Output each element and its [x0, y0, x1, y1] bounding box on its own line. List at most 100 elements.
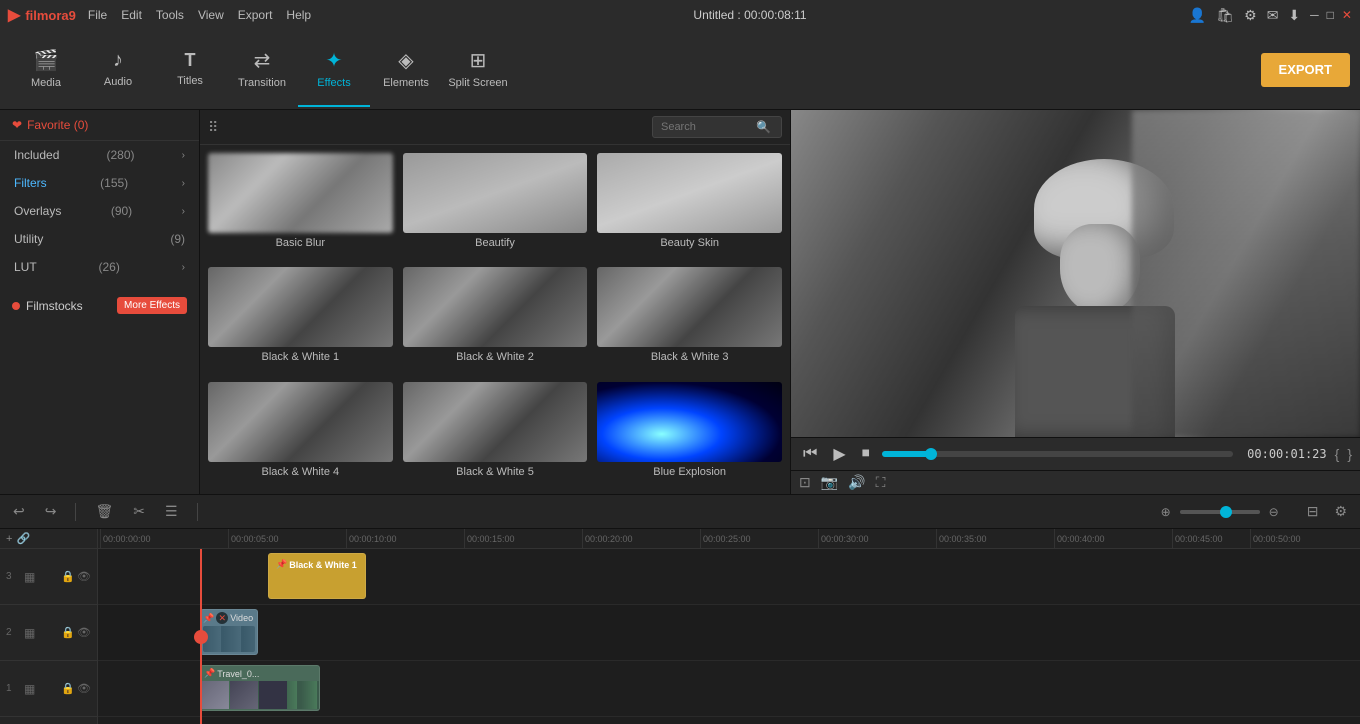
menu-file[interactable]: File	[88, 8, 107, 22]
shop-icon[interactable]: 🛍	[1216, 7, 1234, 24]
effect-item-bw1[interactable]: Black & White 1	[208, 267, 393, 371]
track-eye-2[interactable]: 👁	[77, 626, 91, 639]
menu-item-lut[interactable]: LUT (26) ›	[0, 253, 199, 281]
bracket-out-button[interactable]: }	[1347, 446, 1352, 462]
track-eye-1[interactable]: 👁	[77, 682, 91, 695]
delete-button[interactable]: 🗑	[90, 500, 118, 523]
menu-help[interactable]: Help	[286, 8, 311, 22]
tool-effects-label: Effects	[317, 77, 350, 89]
effect-item-bw3[interactable]: Black & White 3	[597, 267, 782, 371]
tool-transition[interactable]: ⇄ Transition	[226, 33, 298, 107]
ruler-mark-15: 00:00:15:00	[464, 529, 515, 548]
track-lock-1[interactable]: 🔒	[61, 682, 75, 695]
clip-filter-bw1[interactable]: 📌 Black & White 1	[268, 553, 366, 599]
tool-audio[interactable]: ♪ Audio	[82, 33, 154, 107]
effect-thumb-bw2	[403, 267, 588, 347]
effect-item-beauty-skin[interactable]: Beauty Skin	[597, 153, 782, 257]
utility-label: Utility	[14, 232, 43, 246]
divider-1	[75, 503, 76, 521]
track-lane-1: 📌 Travel_0...	[98, 661, 1360, 717]
tool-split-screen[interactable]: ⊞ Split Screen	[442, 33, 514, 107]
ruler-mark-40: 00:00:40:00	[1054, 529, 1105, 548]
media-icon: 🎬	[34, 48, 59, 73]
left-panel: ❤ Favorite (0) Included (280) › Filters …	[0, 110, 200, 494]
menu-export[interactable]: Export	[238, 8, 273, 22]
effect-item-bw5[interactable]: Black & White 5	[403, 382, 588, 486]
menu-item-utility[interactable]: Utility (9)	[0, 225, 199, 253]
export-button[interactable]: EXPORT	[1261, 53, 1350, 87]
effect-item-bw4[interactable]: Black & White 4	[208, 382, 393, 486]
ruler-mark-50: 00:00:50:00	[1250, 529, 1301, 548]
minimize-btn[interactable]: ─	[1310, 8, 1319, 22]
volume-button[interactable]: 🔊	[848, 474, 865, 491]
undo-button[interactable]: ↩	[8, 500, 30, 523]
timecode: 00:00:01:23	[1247, 447, 1326, 461]
search-input[interactable]	[661, 121, 751, 133]
stop-button[interactable]: ⏹	[858, 443, 874, 465]
settings-button[interactable]: ⚙	[1329, 500, 1352, 523]
clip-filter-label: Black & White 1	[289, 560, 357, 570]
favorite-row[interactable]: ❤ Favorite (0)	[0, 110, 199, 141]
progress-bar[interactable]	[882, 451, 1233, 457]
gear-icon[interactable]: ⚙	[1244, 7, 1257, 24]
add-track-button[interactable]: +	[6, 533, 12, 545]
titlebar-title: Untitled : 00:00:08:11	[693, 8, 806, 22]
effect-item-beautify[interactable]: Beautify	[403, 153, 588, 257]
clip-travel-video[interactable]: 📌 Travel_0...	[200, 665, 320, 711]
menu-edit[interactable]: Edit	[121, 8, 142, 22]
cut-button[interactable]: ✂	[128, 500, 150, 523]
frame-2	[230, 681, 258, 709]
effect-item-bw2[interactable]: Black & White 2	[403, 267, 588, 371]
track-eye-3[interactable]: 👁	[77, 570, 91, 583]
user-icon[interactable]: 👤	[1189, 7, 1206, 24]
more-effects-button[interactable]: More Effects	[117, 297, 187, 314]
effect-item-basic-blur[interactable]: Basic Blur	[208, 153, 393, 257]
zoom-slider[interactable]	[1180, 510, 1260, 514]
menu-item-included[interactable]: Included (280) ›	[0, 141, 199, 169]
filters-count: (155)	[100, 176, 128, 190]
track-options-button[interactable]: ⊟	[1302, 500, 1324, 523]
track-lock-2[interactable]: 🔒	[61, 626, 75, 639]
menu-tools[interactable]: Tools	[156, 8, 184, 22]
expand-button[interactable]: ⛶	[876, 474, 886, 491]
ruler-mark-45: 00:00:45:00	[1172, 529, 1223, 548]
clip-video-2[interactable]: 📌 ✕ Video	[200, 609, 258, 655]
mail-icon[interactable]: ✉	[1267, 7, 1279, 24]
search-box[interactable]: 🔍	[652, 116, 782, 138]
progress-handle[interactable]	[925, 448, 937, 460]
tool-split-screen-label: Split Screen	[448, 77, 507, 89]
fullscreen-button[interactable]: ⊡	[799, 474, 811, 491]
list-button[interactable]: ☰	[160, 500, 183, 523]
lut-count: (26)	[98, 260, 119, 274]
zoom-out-button[interactable]: ⊖	[1264, 502, 1284, 522]
close-btn[interactable]: ✕	[1342, 8, 1352, 22]
effect-item-blue-explosion[interactable]: Blue Explosion	[597, 382, 782, 486]
track-lock-3[interactable]: 🔒	[61, 570, 75, 583]
ruler-mark-25: 00:00:25:00	[700, 529, 751, 548]
tool-media[interactable]: 🎬 Media	[10, 33, 82, 107]
tool-titles[interactable]: T Titles	[154, 33, 226, 107]
tool-audio-label: Audio	[104, 76, 132, 88]
chevron-right-icon-overlays: ›	[182, 206, 185, 217]
utility-count: (9)	[170, 232, 185, 246]
menu-view[interactable]: View	[198, 8, 224, 22]
link-button[interactable]: 🔗	[16, 532, 30, 545]
preview-controls: ⏮ ▶ ⏹ 00:00:01:23 { }	[791, 437, 1360, 470]
rewind-button[interactable]: ⏮	[799, 443, 821, 465]
track-num-1: 1	[6, 683, 20, 694]
menu-item-overlays[interactable]: Overlays (90) ›	[0, 197, 199, 225]
tool-effects[interactable]: ✦ Effects	[298, 33, 370, 107]
menu-item-filters[interactable]: Filters (155) ›	[0, 169, 199, 197]
clip-remove-icon[interactable]: ✕	[216, 612, 228, 624]
bracket-in-button[interactable]: {	[1335, 446, 1340, 462]
zoom-controls: ⊕ ⊖	[1156, 502, 1284, 522]
play-button[interactable]: ▶	[829, 442, 849, 466]
zoom-in-button[interactable]: ⊕	[1156, 502, 1176, 522]
tool-elements[interactable]: ◈ Elements	[370, 33, 442, 107]
redo-button[interactable]: ↪	[40, 500, 62, 523]
maximize-btn[interactable]: □	[1327, 8, 1334, 22]
win-controls: ─ □ ✕	[1310, 8, 1352, 22]
download-icon[interactable]: ⬇	[1288, 7, 1300, 24]
screenshot-button[interactable]: 📷	[821, 474, 838, 491]
clip-thumb-frames	[201, 681, 319, 709]
